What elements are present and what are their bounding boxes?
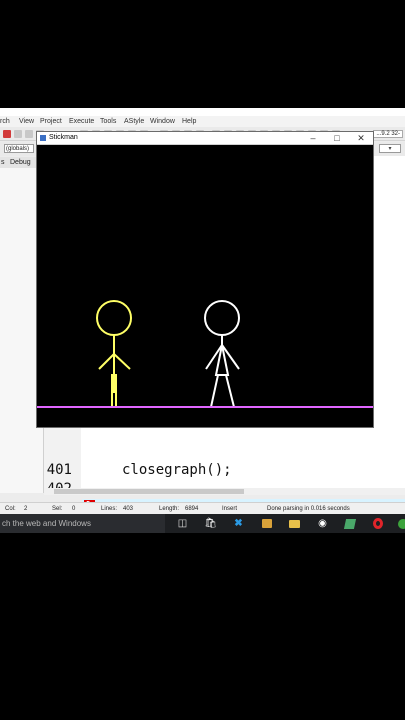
- col-label: Col:: [5, 506, 16, 512]
- compiler-version-select[interactable]: ...9.2 32-: [373, 130, 403, 138]
- desktop-screen: rch View Project Execute Tools AStyle Wi…: [0, 108, 405, 533]
- menu-view[interactable]: View: [19, 118, 34, 125]
- tab-symbols[interactable]: s: [1, 159, 5, 166]
- horizontal-scrollbar[interactable]: [44, 488, 405, 495]
- file-explorer-icon[interactable]: [288, 517, 301, 530]
- member-combo[interactable]: ▾: [379, 144, 401, 153]
- yellow-stickman: [96, 300, 132, 407]
- windows-taskbar: ch the web and Windows ◫ 🛍 ✖ ◉: [0, 514, 405, 533]
- sel-value: 0: [72, 506, 76, 512]
- maximize-button[interactable]: □: [327, 132, 347, 145]
- toolbar-button[interactable]: [3, 130, 11, 138]
- line-number: 401: [46, 462, 72, 478]
- scrollbar-thumb[interactable]: [54, 489, 244, 494]
- col-value: 2: [24, 506, 28, 512]
- lines-value: 403: [123, 506, 134, 512]
- insert-mode: Insert: [222, 506, 238, 512]
- minimize-icon: –: [310, 133, 316, 143]
- graphics-canvas: [37, 145, 373, 427]
- status-message: Done parsing in 0.016 seconds: [267, 506, 350, 512]
- toolbar-button[interactable]: [14, 130, 22, 138]
- stickman-title-bar[interactable]: Stickman – □ ✕: [37, 132, 373, 145]
- stickman-left-arm: [98, 353, 115, 370]
- length-value: 6894: [185, 506, 199, 512]
- stickman-head: [96, 300, 132, 336]
- task-view-icon[interactable]: ◫: [176, 517, 189, 530]
- length-label: Length:: [159, 506, 180, 512]
- code-line[interactable]: closegraph();: [122, 462, 232, 478]
- menu-tools[interactable]: Tools: [100, 118, 116, 125]
- window-title: Stickman: [49, 134, 78, 141]
- stickman-right-arm: [113, 353, 131, 370]
- media-icon[interactable]: [260, 517, 273, 530]
- ide-title-bar: [0, 108, 405, 116]
- menu-astyle[interactable]: AStyle: [124, 118, 144, 125]
- stickman-right-leg: [225, 374, 235, 408]
- close-icon: ✕: [357, 133, 365, 143]
- taskbar-search-box[interactable]: ch the web and Windows: [0, 514, 165, 533]
- vscode-icon[interactable]: ✖: [232, 517, 245, 530]
- stickman-left-leg: [210, 374, 219, 408]
- stickman-window[interactable]: Stickman – □ ✕: [36, 131, 374, 428]
- minimize-button[interactable]: –: [303, 132, 323, 145]
- chevron-down-icon: ▾: [388, 146, 392, 152]
- white-stickman: [204, 300, 240, 408]
- store-icon[interactable]: 🛍: [204, 517, 217, 530]
- menu-help[interactable]: Help: [182, 118, 196, 125]
- menu-window[interactable]: Window: [150, 118, 175, 125]
- sel-label: Sel:: [52, 506, 63, 512]
- scope-combo[interactable]: (globals): [4, 144, 34, 153]
- toolbar-button[interactable]: [25, 130, 33, 138]
- lines-label: Lines:: [101, 506, 118, 512]
- opera-icon[interactable]: [371, 517, 384, 530]
- status-bar: Col: 2 Sel: 0 Lines: 403 Length: 6894 In…: [0, 502, 405, 514]
- menu-execute[interactable]: Execute: [69, 118, 94, 125]
- close-button[interactable]: ✕: [351, 132, 371, 145]
- ide-menu-bar: rch View Project Execute Tools AStyle Wi…: [0, 116, 405, 127]
- menu-project[interactable]: Project: [40, 118, 62, 125]
- camera-icon[interactable]: ◉: [316, 517, 329, 530]
- chrome-icon[interactable]: [396, 517, 405, 530]
- app-icon: [40, 135, 46, 141]
- maximize-icon: □: [334, 133, 340, 143]
- app-icon[interactable]: [343, 517, 356, 530]
- stickman-head: [204, 300, 240, 336]
- tab-debug[interactable]: Debug: [10, 159, 31, 166]
- menu-search[interactable]: rch: [0, 118, 10, 125]
